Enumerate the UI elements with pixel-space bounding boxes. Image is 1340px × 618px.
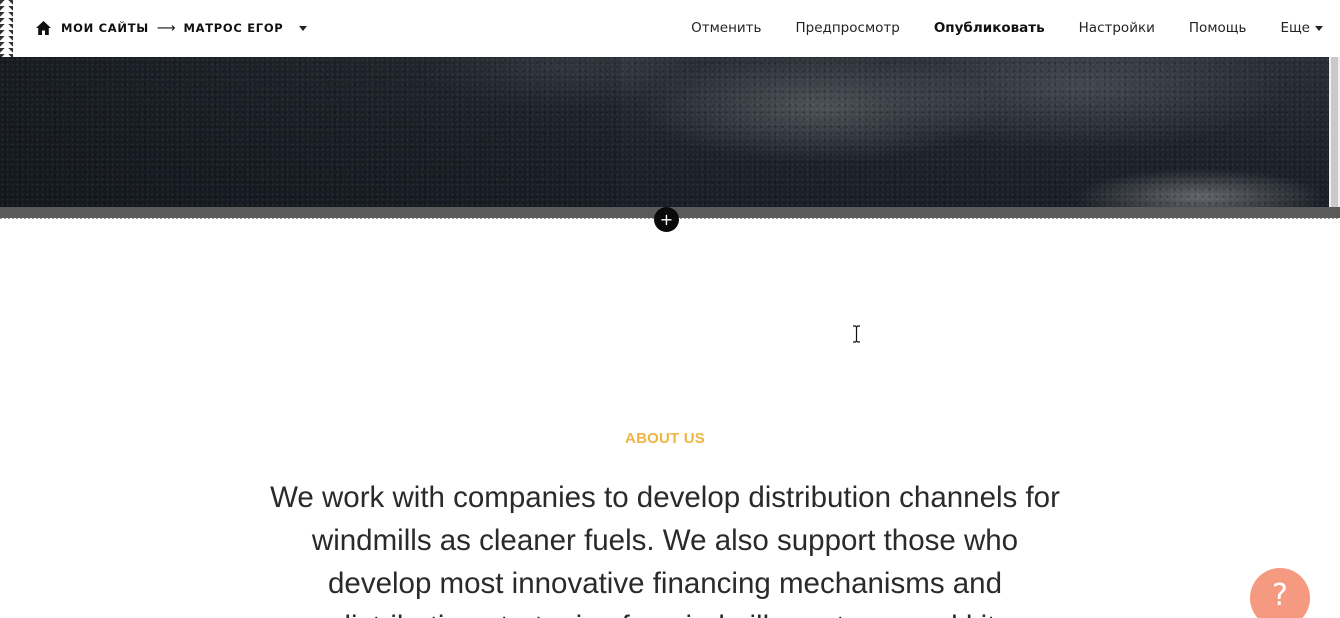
- breadcrumb-my-sites[interactable]: МОИ САЙТЫ: [61, 21, 149, 35]
- more-menu-button[interactable]: Еще: [1280, 20, 1323, 36]
- settings-button[interactable]: Настройки: [1079, 20, 1155, 36]
- about-label[interactable]: ABOUT US: [0, 430, 1330, 447]
- help-menu-button[interactable]: Помощь: [1189, 20, 1247, 36]
- scrollbar[interactable]: [1329, 57, 1340, 207]
- caret-down-icon: [1315, 25, 1323, 31]
- hero-image: [0, 57, 1340, 207]
- text-cursor-icon: [853, 325, 860, 343]
- about-text[interactable]: We work with companies to develop distri…: [270, 476, 1060, 618]
- hero-texture: [0, 57, 1340, 207]
- breadcrumb: МОИ САЙТЫ ⟶ МАТРОС ЕГОР: [36, 19, 308, 37]
- home-icon[interactable]: [36, 21, 51, 35]
- undo-button[interactable]: Отменить: [691, 20, 761, 36]
- chevron-down-icon[interactable]: [299, 25, 308, 31]
- preview-button[interactable]: Предпросмотр: [796, 20, 900, 36]
- editor-topbar: МОИ САЙТЫ ⟶ МАТРОС ЕГОР Отменить Предпро…: [0, 0, 1340, 57]
- zigzag-decoration: [0, 0, 13, 57]
- breadcrumb-separator: ⟶: [156, 20, 176, 36]
- help-bubble-button[interactable]: ?: [1250, 568, 1310, 618]
- breadcrumb-current-site[interactable]: МАТРОС ЕГОР: [184, 21, 284, 35]
- publish-button[interactable]: Опубликовать: [934, 20, 1045, 36]
- add-section-button[interactable]: +: [654, 207, 679, 232]
- more-menu-label: Еще: [1280, 20, 1310, 36]
- editor-menu: Отменить Предпросмотр Опубликовать Настр…: [657, 17, 1323, 39]
